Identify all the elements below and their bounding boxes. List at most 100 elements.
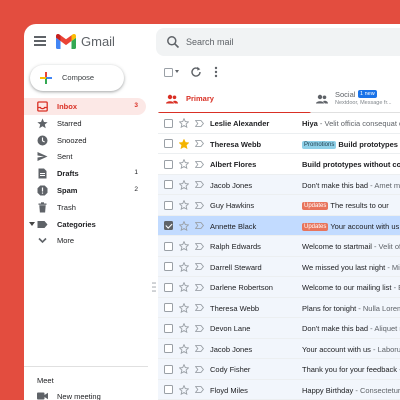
important-marker-icon[interactable]	[195, 324, 204, 332]
email-row[interactable]: Jacob Jones Your account with us - Laboru	[158, 338, 400, 359]
star-icon[interactable]	[179, 323, 189, 333]
email-row[interactable]: Theresa Webb Plans for tonight - Nulla Lo…	[158, 297, 400, 318]
email-row[interactable]: Annette Black Updates Your account with us	[158, 215, 400, 236]
sidebar-item-label: Drafts	[57, 169, 79, 179]
select-dropdown-icon[interactable]	[175, 70, 179, 73]
email-snippet: - Amet minim	[370, 180, 400, 190]
email-row[interactable]: Ralph Edwards Welcome to startmail - Veli…	[158, 236, 400, 257]
important-marker-icon[interactable]	[195, 119, 204, 127]
sidebar-item-categories[interactable]: Categories	[24, 216, 146, 233]
email-sender: Darlene Robertson	[210, 283, 273, 292]
select-all-checkbox[interactable]	[164, 68, 173, 77]
sidebar-item-trash[interactable]: Trash	[24, 199, 146, 216]
email-row[interactable]: Darrell Steward We missed you last night …	[158, 256, 400, 277]
trash-icon	[38, 202, 47, 213]
sidebar-item-snoozed[interactable]: Snoozed	[24, 132, 146, 149]
star-icon[interactable]	[179, 302, 189, 313]
row-checkbox[interactable]	[164, 118, 173, 128]
row-checkbox[interactable]	[164, 303, 173, 312]
star-icon[interactable]	[179, 179, 189, 190]
important-marker-icon[interactable]	[195, 365, 204, 373]
star-icon[interactable]	[179, 118, 189, 128]
tab-social[interactable]: Social 1 new Nextdoor, Message fr...	[311, 85, 400, 113]
important-marker-icon[interactable]	[195, 222, 204, 229]
row-checkbox[interactable]	[164, 385, 173, 394]
row-checkbox[interactable]	[164, 200, 173, 210]
email-snippet: - Velit officia consequat duis	[319, 119, 400, 128]
row-checkbox[interactable]	[164, 282, 173, 292]
email-row[interactable]: Theresa Webb PromotionsBuild prototypes w…	[158, 133, 400, 154]
brand-name: Gmail	[81, 34, 115, 49]
row-checkbox[interactable]	[164, 180, 173, 189]
more-options-icon[interactable]	[214, 66, 218, 78]
email-subject-line: Don't make this bad - Aliquet maecenas	[302, 324, 400, 333]
star-icon[interactable]	[179, 364, 189, 374]
email-sender: Floyd Miles	[210, 385, 248, 395]
star-icon[interactable]	[179, 282, 189, 292]
email-row[interactable]: Darlene Robertson Welcome to our mailing …	[152, 277, 400, 298]
sidebar-item-drafts[interactable]: Drafts 1	[24, 165, 146, 182]
star-icon[interactable]	[179, 138, 189, 149]
drag-handle-icon[interactable]	[152, 282, 156, 292]
sidebar-item-sent[interactable]: Sent	[24, 148, 146, 165]
star-icon[interactable]	[179, 261, 189, 272]
row-checkbox[interactable]	[164, 139, 173, 148]
gmail-logo-icon[interactable]	[56, 34, 76, 49]
star-icon[interactable]	[179, 159, 189, 169]
row-checkbox[interactable]	[164, 221, 173, 230]
email-row[interactable]: Guy Hawkins Updates The results to our	[158, 195, 400, 216]
sidebar-item-label: Trash	[57, 202, 76, 212]
email-sender: Guy Hawkins	[210, 201, 255, 210]
important-marker-icon[interactable]	[195, 140, 204, 147]
important-marker-icon[interactable]	[195, 160, 204, 168]
email-row[interactable]: Cody Fisher Thank you for your feedback -…	[158, 359, 400, 380]
star-icon[interactable]	[179, 343, 189, 354]
row-checkbox[interactable]	[164, 262, 173, 271]
row-checkbox[interactable]	[164, 323, 173, 333]
compose-button[interactable]: Compose	[30, 65, 124, 91]
email-snippet: - Consectetur ame	[355, 385, 400, 395]
email-subject-line: We missed you last night - Minim m	[302, 263, 400, 272]
tab-primary[interactable]: Primary	[158, 85, 311, 114]
sidebar-item-inbox[interactable]: Inbox 3	[24, 98, 146, 115]
email-subject-line: Happy Birthday - Consectetur ame	[302, 386, 400, 395]
email-row[interactable]: Floyd Miles Happy Birthday - Consectetur …	[158, 379, 400, 400]
important-marker-icon[interactable]	[195, 386, 204, 393]
sidebar-item-spam[interactable]: Spam 2	[24, 182, 146, 199]
search-bar[interactable]	[156, 28, 400, 56]
sidebar-item-label: Inbox	[57, 102, 77, 111]
search-input[interactable]	[186, 34, 386, 50]
email-row[interactable]: Leslie Alexander Hiya - Velit officia con…	[158, 113, 400, 134]
category-label: Promotions	[302, 140, 337, 149]
star-icon[interactable]	[179, 200, 189, 210]
email-row[interactable]: Jacob Jones Don't make this bad - Amet mi…	[158, 174, 400, 195]
sidebar-item-starred[interactable]: Starred	[24, 115, 146, 132]
important-marker-icon[interactable]	[195, 181, 204, 188]
row-checkbox[interactable]	[164, 344, 173, 353]
important-marker-icon[interactable]	[195, 201, 204, 209]
row-checkbox[interactable]	[164, 159, 173, 169]
email-row[interactable]: Devon Lane Don't make this bad - Aliquet …	[158, 318, 400, 339]
main-menu-icon[interactable]	[34, 36, 46, 46]
star-icon[interactable]	[179, 384, 189, 395]
expand-caret-icon[interactable]	[29, 221, 35, 226]
refresh-icon[interactable]	[190, 66, 202, 78]
spam-icon	[37, 185, 48, 196]
star-icon[interactable]	[179, 220, 189, 231]
email-subject-line: Don't make this bad - Amet minim	[302, 181, 400, 190]
star-icon[interactable]	[179, 241, 189, 251]
people-icon	[166, 94, 178, 104]
sidebar-item-more[interactable]: More	[24, 232, 146, 249]
row-checkbox[interactable]	[164, 241, 173, 251]
email-subject: Don't make this bad	[302, 324, 369, 333]
search-icon[interactable]	[166, 35, 180, 49]
important-marker-icon[interactable]	[195, 263, 204, 270]
important-marker-icon[interactable]	[195, 304, 204, 311]
important-marker-icon[interactable]	[195, 345, 204, 352]
important-marker-icon[interactable]	[195, 283, 204, 291]
people-icon	[316, 94, 328, 104]
email-row[interactable]: Albert Flores Build prototypes without co…	[158, 154, 400, 175]
row-checkbox[interactable]	[164, 364, 173, 374]
important-marker-icon[interactable]	[195, 242, 204, 250]
email-sender: Theresa Webb	[210, 139, 262, 149]
